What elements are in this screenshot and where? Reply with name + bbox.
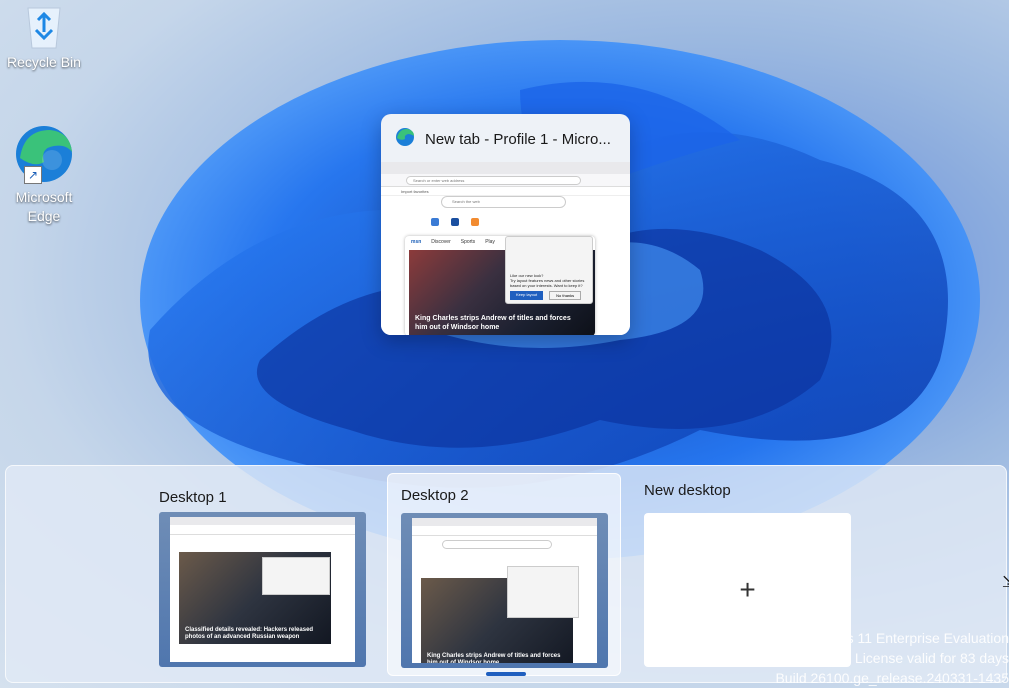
mini-news-headline: King Charles strips Andrew of titles and… (427, 653, 561, 663)
news-tab: Discover (431, 239, 451, 245)
active-desktop-indicator (486, 672, 526, 676)
browser-tab-bar (381, 162, 630, 174)
mini-browser-window: King Charles strips Andrew of titles and… (412, 518, 597, 663)
desktop-2[interactable]: Desktop 2 King Charles strips Andrew of … (387, 473, 621, 676)
watermark-line-1: Windows 11 Enterprise Evaluation (796, 630, 1009, 646)
popup-body: Try layout features news and other stori… (510, 278, 585, 288)
window-title: New tab - Profile 1 - Micro... (425, 130, 611, 148)
shortcut-arrow-icon: ↗ (24, 166, 42, 184)
window-thumbnail: Search or enter web address Import favor… (381, 162, 630, 335)
window-card-header: New tab - Profile 1 - Micro... (381, 114, 630, 164)
mouse-cursor-icon: ⇲ (1002, 574, 1009, 591)
news-headline: King Charles strips Andrew of titles and… (415, 315, 571, 331)
edge-icon (395, 127, 415, 152)
address-field: Search or enter web address (406, 176, 581, 185)
popup-decline-button: No thanks (549, 291, 582, 300)
news-tabs: msn Discover Sports Play (411, 239, 495, 245)
watermark-line-3: Build 26100.ge_release.240331-1435 (775, 670, 1009, 686)
web-search-box: Search the web (441, 196, 566, 208)
favorites-bar: Import favorites (381, 187, 630, 196)
mini-address-bar (412, 526, 597, 536)
desktop-1-thumbnail[interactable]: Classified details revealed: Hackers rel… (159, 512, 366, 667)
edge-shortcut[interactable]: ↗ Microsoft Edge (4, 124, 84, 226)
desktop-1-label: Desktop 1 (159, 489, 227, 506)
mini-browser-window: Classified details revealed: Hackers rel… (170, 517, 355, 662)
desktop-1[interactable]: Desktop 1 Classified details revealed: H… (149, 470, 383, 680)
plus-icon: + (739, 574, 756, 605)
mini-address-bar (170, 525, 355, 535)
mini-search-box (442, 540, 552, 549)
quick-links (431, 218, 491, 230)
mini-popup (262, 557, 330, 595)
news-tab: Play (485, 239, 495, 245)
task-view-window-card[interactable]: New tab - Profile 1 - Micro... Search or… (381, 114, 630, 335)
recycle-bin-shortcut[interactable]: Recycle Bin (4, 2, 84, 70)
recycle-bin-icon (22, 2, 66, 50)
popup-accept-button: Keep layout (510, 291, 544, 300)
news-tab: Sports (460, 239, 476, 245)
mini-tab-bar (170, 517, 355, 525)
quick-link-icon (471, 218, 479, 226)
quick-link-icon (451, 218, 459, 226)
edge-icon: ↗ (14, 124, 74, 184)
desktop-2-thumbnail[interactable]: King Charles strips Andrew of titles and… (401, 513, 608, 668)
mini-popup (507, 566, 579, 618)
mini-tab-bar (412, 518, 597, 526)
watermark-line-2: Windows License valid for 83 days (794, 650, 1009, 666)
quick-link-icon (431, 218, 439, 226)
recycle-bin-label: Recycle Bin (7, 54, 81, 70)
favorites-bar-label: Import favorites (401, 189, 429, 194)
new-desktop-label: New desktop (644, 482, 731, 499)
mini-news-headline: Classified details revealed: Hackers rel… (185, 627, 314, 640)
layout-popup: Like our new look? Try layout features n… (505, 236, 593, 304)
address-bar: Search or enter web address (381, 174, 630, 187)
edge-label: Microsoft Edge (15, 189, 73, 224)
activation-watermark: Windows 11 Enterprise Evaluation Windows… (769, 628, 1009, 688)
desktop-2-label: Desktop 2 (401, 487, 469, 504)
